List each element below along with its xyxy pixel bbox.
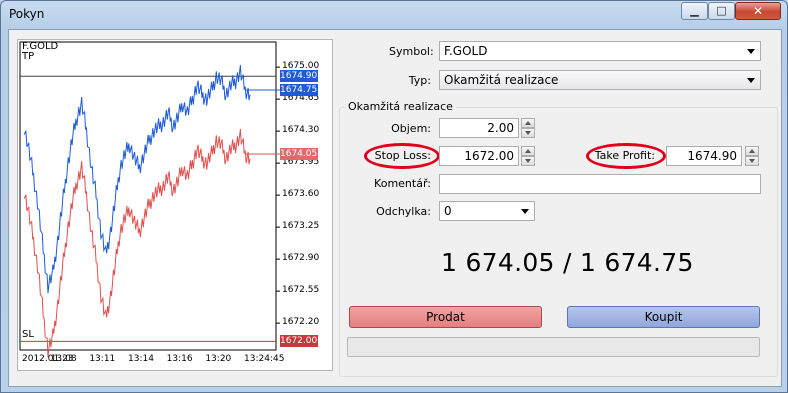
x-tick-label: 13:20	[205, 354, 232, 364]
close-button[interactable]: ✕	[735, 2, 781, 20]
y-tick-label: 1672.20	[282, 317, 320, 328]
stop-loss-stepper[interactable]	[521, 146, 535, 166]
maximize-button[interactable]: □	[708, 2, 735, 20]
order-window: Pokyn ▁ □ ✕ F.GOLD TP SL 1675.00 1674.65 1…	[0, 0, 788, 393]
y-tick-label: 1673.60	[282, 189, 320, 200]
stop-loss-input[interactable]: 1672.00	[439, 146, 519, 166]
take-profit-label: Take Profit:	[594, 149, 655, 162]
y-tick-label: 1672.55	[282, 285, 320, 296]
deviation-select[interactable]: 0	[439, 201, 535, 221]
symbol-value: F.GOLD	[444, 44, 488, 58]
chevron-down-icon	[521, 209, 529, 214]
chevron-down-icon	[747, 49, 755, 54]
deviation-label: Odchylka:	[376, 205, 431, 218]
take-profit-up-button[interactable]	[745, 146, 759, 156]
volume-stepper[interactable]	[521, 118, 535, 138]
x-tick-label: 13:14	[128, 354, 154, 364]
x-tick-label: 13:11	[89, 354, 116, 364]
title-bar[interactable]: Pokyn ▁ □ ✕	[1, 1, 787, 29]
window-title: Pokyn	[9, 7, 45, 21]
close-icon: ✕	[752, 4, 764, 18]
dialog-body: F.GOLD TP SL 1675.00 1674.65 1674.30 1673.9…	[8, 29, 782, 387]
x-tick-label: 13:16	[166, 354, 193, 364]
chart-tp-label: TP	[22, 51, 35, 62]
bid-series-line	[23, 129, 251, 358]
x-tick-label: 13:08	[50, 354, 77, 364]
tick-chart: F.GOLD TP SL 1675.00 1674.65 1674.30 1673.9…	[17, 39, 333, 371]
ask-price-tag: 1674.75	[280, 84, 318, 96]
volume-up-button[interactable]	[521, 118, 535, 128]
chart-sl-label: SL	[22, 329, 34, 340]
take-profit-down-button[interactable]	[745, 156, 759, 166]
comment-input[interactable]	[439, 174, 761, 194]
arrow-down-icon	[525, 159, 531, 163]
maximize-icon: □	[716, 4, 727, 17]
comment-label: Komentář:	[374, 177, 431, 190]
buy-button[interactable]: Koupit	[567, 306, 760, 328]
stop-loss-up-button[interactable]	[521, 146, 535, 156]
bid-price-tag: 1674.05	[280, 148, 318, 160]
volume-input[interactable]: 2.00	[439, 118, 519, 138]
symbol-select[interactable]: F.GOLD	[439, 41, 761, 61]
arrow-down-icon	[525, 131, 531, 135]
y-tick-label: 1673.25	[282, 221, 320, 232]
arrow-down-icon	[749, 159, 755, 163]
stop-loss-price-tag: 1672.00	[280, 335, 318, 348]
arrow-up-icon	[525, 121, 531, 125]
y-tick-label: 1672.90	[282, 253, 320, 264]
arrow-up-icon	[525, 149, 531, 153]
take-profit-stepper[interactable]	[745, 146, 759, 166]
bid-ask-prices: 1 674.05 / 1 674.75	[441, 248, 694, 277]
take-profit-value: 1674.90	[687, 149, 737, 163]
chevron-down-icon	[747, 78, 755, 83]
symbol-label: Symbol:	[389, 45, 434, 58]
minimize-button[interactable]: ▁	[681, 2, 708, 20]
stop-loss-down-button[interactable]	[521, 156, 535, 166]
stop-loss-value: 1672.00	[464, 149, 514, 163]
stop-loss-label: Stop Loss:	[374, 149, 431, 162]
type-select[interactable]: Okamžitá realizace	[439, 70, 761, 90]
volume-label: Objem:	[391, 122, 431, 135]
type-value: Okamžitá realizace	[444, 73, 559, 87]
take-profit-input[interactable]: 1674.90	[666, 146, 742, 166]
ask-series-line	[23, 65, 251, 294]
arrow-up-icon	[749, 149, 755, 153]
volume-down-button[interactable]	[521, 128, 535, 138]
type-label: Typ:	[408, 74, 431, 87]
minimize-icon: ▁	[690, 4, 699, 17]
execution-group-title: Okamžitá realizace	[345, 100, 456, 113]
x-tick-label: 13:24:45	[244, 354, 285, 364]
status-progress-bar	[347, 337, 760, 357]
sell-button[interactable]: Prodat	[349, 306, 542, 328]
take-profit-price-tag: 1674.90	[280, 70, 318, 83]
volume-value: 2.00	[487, 121, 514, 135]
deviation-value: 0	[444, 204, 452, 218]
y-tick-label: 1674.30	[282, 125, 320, 136]
